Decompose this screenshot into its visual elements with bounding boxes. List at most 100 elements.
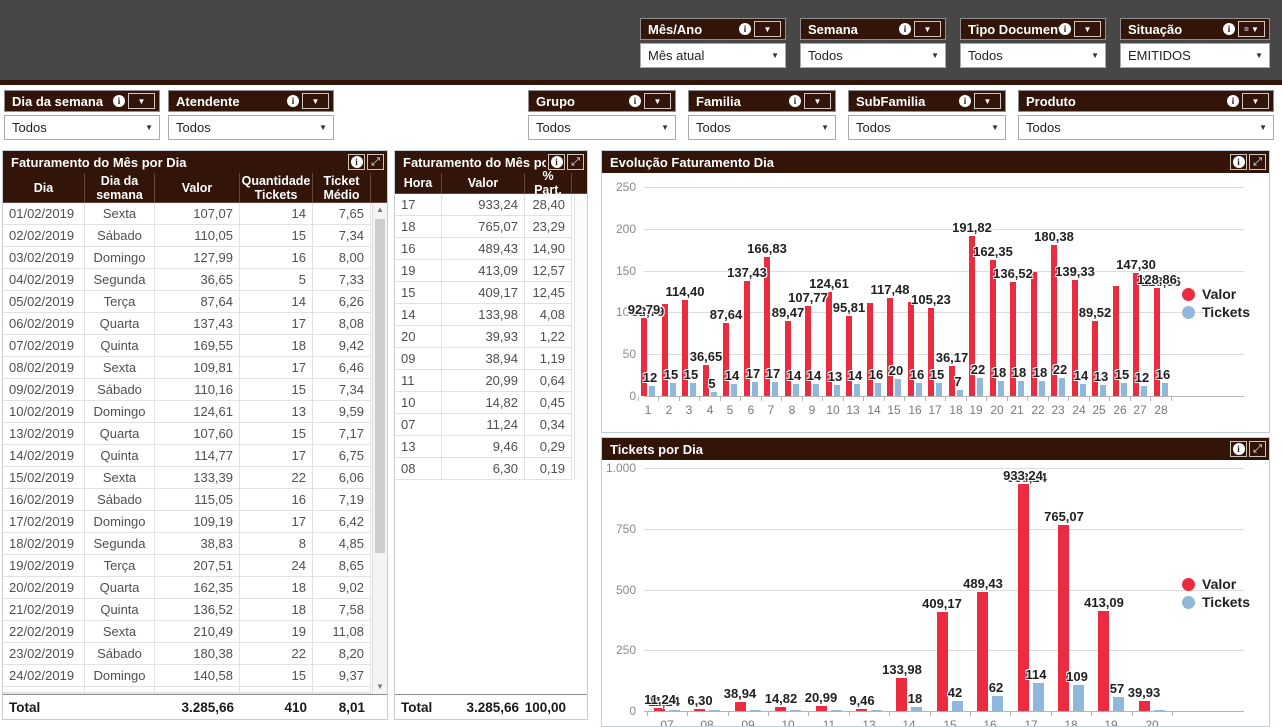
filter-semana-menu-button[interactable]: ▼ (914, 21, 941, 37)
table-cell: 04/02/2019 (3, 269, 85, 291)
scroll-down-arrow[interactable]: ▼ (373, 680, 387, 694)
filter-produto: Produtoi▼Todos▼ (1018, 90, 1274, 142)
tickets-chart: 02505007501.00011,2411,24076,300838,9409… (602, 460, 1269, 726)
filter-dia-da-semana-menu-button[interactable]: ▼ (128, 93, 155, 109)
x-axis-tick (1089, 397, 1090, 401)
tickets-bar (1059, 378, 1065, 396)
table-cell: 489,43 (442, 238, 525, 260)
filter-familia-select[interactable]: Todos▼ (688, 115, 836, 140)
table-cell: 22/02/2019 (3, 621, 85, 643)
info-icon[interactable]: i (287, 95, 299, 107)
filter-subfamilia-select[interactable]: Todos▼ (848, 115, 1006, 140)
table-cell: 38,83 (155, 533, 240, 555)
dropdown-arrow-icon: ▼ (991, 123, 999, 132)
table-cell: 39,93 (442, 326, 525, 348)
filter-atendente-select[interactable]: Todos▼ (168, 115, 334, 140)
x-axis-tick (1171, 397, 1172, 401)
filter-grupo-header: Grupoi▼ (528, 90, 676, 112)
dropdown-arrow-icon: ▼ (931, 51, 939, 60)
bar-tickets-label: 15 (664, 367, 678, 382)
scrollbar-thumb[interactable] (375, 219, 385, 553)
panel-title: Evolução Faturamento Dia (610, 155, 1228, 170)
expand-icon[interactable]: ⤢ (367, 154, 384, 170)
filter-grupo-select[interactable]: Todos▼ (528, 115, 676, 140)
filter-tipo-documento: Tipo Documentoi▼Todos▼ (960, 18, 1106, 68)
table-scrollbar[interactable]: ▲▼ (372, 203, 387, 694)
table-cell: 9,02 (313, 577, 371, 599)
legend-tickets: Tickets (1182, 303, 1250, 321)
filter-mes-ano-menu-button[interactable]: ▼ (754, 21, 781, 37)
info-icon[interactable]: i (959, 95, 971, 107)
gridline (644, 187, 1244, 188)
hour-table-header: HoraValor% Part. (395, 173, 587, 194)
bar-value-label: 765,07 (1044, 509, 1084, 524)
filter-atendente-menu-button[interactable]: ▼ (302, 93, 329, 109)
filter-produto-select[interactable]: Todos▼ (1018, 115, 1274, 140)
filter-semana-select[interactable]: Todos▼ (800, 43, 946, 68)
info-icon[interactable]: i (1230, 154, 1247, 170)
info-icon[interactable]: i (1230, 441, 1247, 457)
table-cell: 17/02/2019 (3, 511, 85, 533)
table-cell: 6,75 (313, 445, 371, 467)
bar-tickets-label: 22 (1053, 362, 1067, 377)
filter-produto-menu-button[interactable]: ▼ (1242, 93, 1269, 109)
bar-tickets-label: 62 (989, 680, 1003, 695)
table-cell: 109,19 (155, 511, 240, 533)
info-icon[interactable]: i (548, 154, 565, 170)
chart-legend: ValorTickets (1182, 575, 1250, 611)
info-icon[interactable]: i (348, 154, 365, 170)
filter-familia-menu-button[interactable]: ▼ (804, 93, 831, 109)
table-cell: 14 (240, 291, 313, 313)
legend-valor: Valor (1182, 285, 1250, 303)
filter-mes-ano-select[interactable]: Mês atual▼ (640, 43, 786, 68)
table-row: 01/02/2019Sexta107,07147,65 (3, 203, 387, 225)
scroll-up-arrow[interactable]: ▲ (373, 203, 387, 217)
table-row: 21/02/2019Quinta136,52187,58 (3, 599, 387, 621)
filter-grupo-menu-button[interactable]: ▼ (644, 93, 671, 109)
valor-bar (896, 678, 907, 711)
info-icon[interactable]: i (629, 95, 641, 107)
table-cell: 0,34 (525, 414, 572, 436)
expand-icon[interactable]: ⤢ (567, 154, 584, 170)
table-cell: 7,65 (313, 203, 371, 225)
info-icon[interactable]: i (1223, 23, 1235, 35)
table-cell: 23/02/2019 (3, 643, 85, 665)
expand-icon[interactable]: ⤢ (1249, 154, 1266, 170)
x-axis-label: 28 (1146, 403, 1176, 417)
table-cell: 19 (395, 260, 442, 282)
filter-tipo-documento-menu-button[interactable]: ▼ (1074, 21, 1101, 37)
filter-subfamilia-menu-button[interactable]: ▼ (974, 93, 1001, 109)
expand-icon[interactable]: ⤢ (1249, 441, 1266, 457)
table-cell: 36,65 (155, 269, 240, 291)
filter-tipo-documento-select[interactable]: Todos▼ (960, 43, 1106, 68)
column-header-pad (371, 173, 387, 203)
info-icon[interactable]: i (899, 23, 911, 35)
legend-dot-tickets (1182, 596, 1195, 609)
scrollbar-gutter[interactable] (574, 194, 587, 480)
table-row: 15409,1712,45 (395, 282, 587, 304)
bar-value-label: 89,52 (1079, 305, 1112, 320)
filter-situacao-select[interactable]: EMITIDOS▼ (1120, 43, 1270, 68)
info-icon[interactable]: i (1227, 95, 1239, 107)
table-cell: Sábado (85, 489, 155, 511)
table-cell: 15 (240, 379, 313, 401)
filter-grupo-value: Todos (536, 120, 661, 135)
table-cell: 24 (240, 555, 313, 577)
x-axis-label: 13 (854, 718, 884, 726)
table-cell: 12,57 (525, 260, 572, 282)
info-icon[interactable]: i (113, 95, 125, 107)
info-icon[interactable]: i (739, 23, 751, 35)
bar-tickets-label: 14 (848, 368, 862, 383)
x-axis-tick (768, 712, 769, 716)
filter-dia-da-semana-select[interactable]: Todos▼ (4, 115, 160, 140)
info-icon[interactable]: i (1059, 23, 1071, 35)
dropdown-arrow-icon: ▼ (771, 51, 779, 60)
bar-tickets-label: 14 (787, 368, 801, 383)
tickets-bar (731, 384, 737, 396)
table-cell: 21/02/2019 (3, 599, 85, 621)
info-icon[interactable]: i (789, 95, 801, 107)
valor-bar (867, 303, 873, 396)
table-cell: Quarta (85, 423, 155, 445)
filter-situacao-menu-button[interactable]: = ▼ (1238, 21, 1265, 37)
bar-tickets-label: 18 (1033, 365, 1047, 380)
